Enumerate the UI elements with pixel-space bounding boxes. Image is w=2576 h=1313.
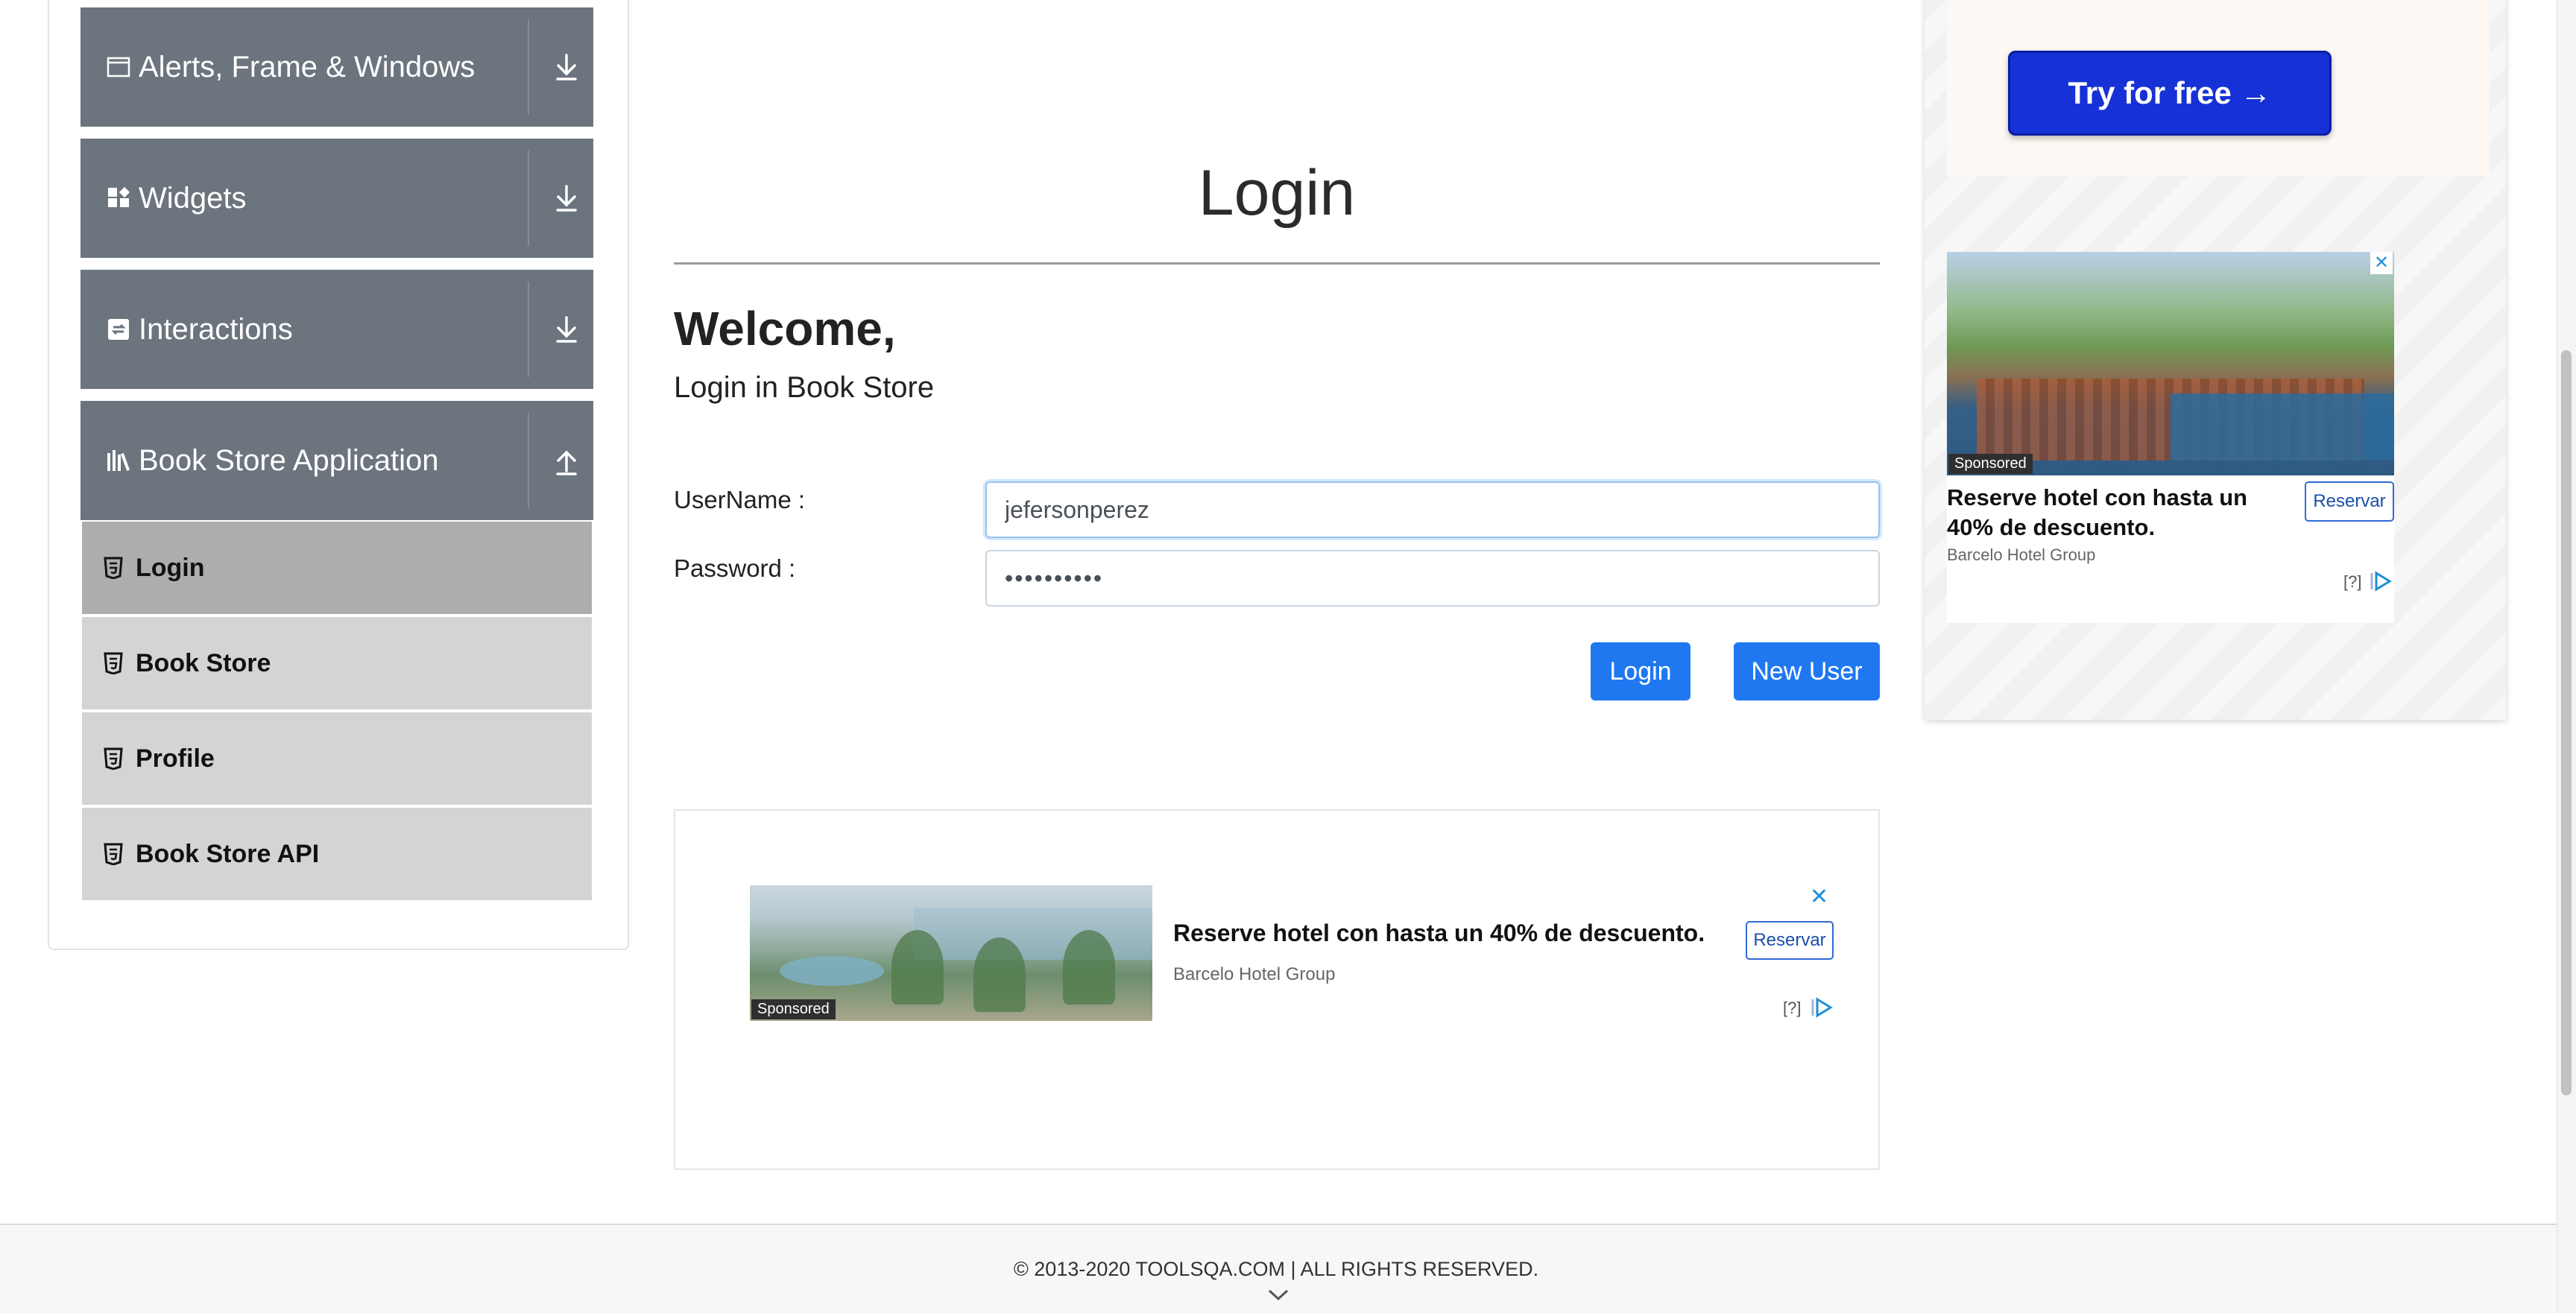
- page-title: Login: [1198, 157, 1356, 229]
- group-label: Book Store Application: [139, 443, 439, 477]
- side-adchoices-icon[interactable]: [2369, 571, 2393, 592]
- side-reservar-button[interactable]: Reservar: [2305, 481, 2394, 522]
- sponsored-tag: Sponsored: [1948, 454, 2033, 474]
- window-icon: [106, 54, 131, 80]
- sidebar-item-label: Book Store API: [136, 839, 320, 868]
- ad-close-icon[interactable]: ✕: [1810, 884, 1828, 910]
- books-icon: [106, 448, 131, 473]
- new-user-button[interactable]: New User: [1734, 642, 1880, 700]
- sidebar-item-profile[interactable]: Profile: [82, 712, 592, 805]
- widgets-icon: [106, 186, 131, 211]
- html5-icon: [103, 652, 124, 675]
- side-ad-headline[interactable]: Reserve hotel con hasta un 40% de descue…: [1947, 483, 2275, 542]
- group-alerts-frame-windows[interactable]: Alerts, Frame & Windows: [80, 7, 593, 127]
- scrollbar-thumb[interactable]: [2561, 350, 2572, 1095]
- html5-icon: [103, 843, 124, 866]
- side-ad-info-link[interactable]: [?]: [2343, 572, 2361, 592]
- sponsored-tag: Sponsored: [751, 999, 836, 1019]
- login-subtitle: Login in Book Store: [674, 371, 935, 404]
- sidebar-item-label: Profile: [136, 744, 215, 773]
- interactions-icon: [106, 317, 131, 342]
- username-input[interactable]: [985, 481, 1880, 538]
- sidebar-item-login[interactable]: Login: [82, 522, 592, 614]
- ad-info-link[interactable]: [?]: [1783, 999, 1801, 1018]
- try-for-free-button[interactable]: Try for free →: [2008, 51, 2332, 136]
- footer-copyright: © 2013-2020 TOOLSQA.COM | ALL RIGHTS RES…: [1013, 1258, 1539, 1280]
- download-arrow-icon[interactable]: [547, 310, 586, 349]
- password-input[interactable]: [985, 550, 1880, 607]
- group-label: Alerts, Frame & Windows: [139, 50, 476, 83]
- title-divider: [674, 262, 1880, 265]
- hotel-ad-image[interactable]: Sponsored: [750, 885, 1152, 1021]
- divider: [528, 151, 529, 246]
- group-book-store-application[interactable]: Book Store Application: [80, 401, 593, 520]
- chevron-down-icon[interactable]: [1267, 1288, 1289, 1303]
- upload-arrow-icon[interactable]: [547, 441, 586, 480]
- side-hotel-ad-image[interactable]: Sponsored: [1947, 252, 2394, 475]
- login-button[interactable]: Login: [1591, 642, 1690, 700]
- html5-icon: [103, 557, 124, 580]
- sidebar-item-label: Login: [136, 553, 205, 582]
- html5-icon: [103, 747, 124, 771]
- reservar-button[interactable]: Reservar: [1746, 921, 1834, 960]
- ad-headline[interactable]: Reserve hotel con hasta un 40% de descue…: [1173, 920, 1705, 947]
- sidebar-item-book-store-api[interactable]: Book Store API: [82, 808, 592, 900]
- divider: [528, 282, 529, 377]
- group-label: Widgets: [139, 181, 247, 215]
- side-ad-brand: Barcelo Hotel Group: [1947, 545, 2096, 564]
- sidebar-item-book-store[interactable]: Book Store: [82, 617, 592, 709]
- username-label: UserName :: [674, 486, 806, 513]
- welcome-heading: Welcome,: [674, 302, 896, 355]
- download-arrow-icon[interactable]: [547, 179, 586, 218]
- side-ad-close-icon[interactable]: ✕: [2370, 252, 2393, 274]
- password-label: Password :: [674, 554, 796, 582]
- divider: [528, 413, 529, 508]
- download-arrow-icon[interactable]: [547, 48, 586, 86]
- ad-brand: Barcelo Hotel Group: [1173, 964, 1336, 984]
- adchoices-icon[interactable]: [1810, 997, 1834, 1018]
- group-widgets[interactable]: Widgets: [80, 139, 593, 258]
- divider: [528, 19, 529, 115]
- group-interactions[interactable]: Interactions: [80, 270, 593, 389]
- group-label: Interactions: [139, 312, 293, 346]
- sidebar-item-label: Book Store: [136, 648, 271, 677]
